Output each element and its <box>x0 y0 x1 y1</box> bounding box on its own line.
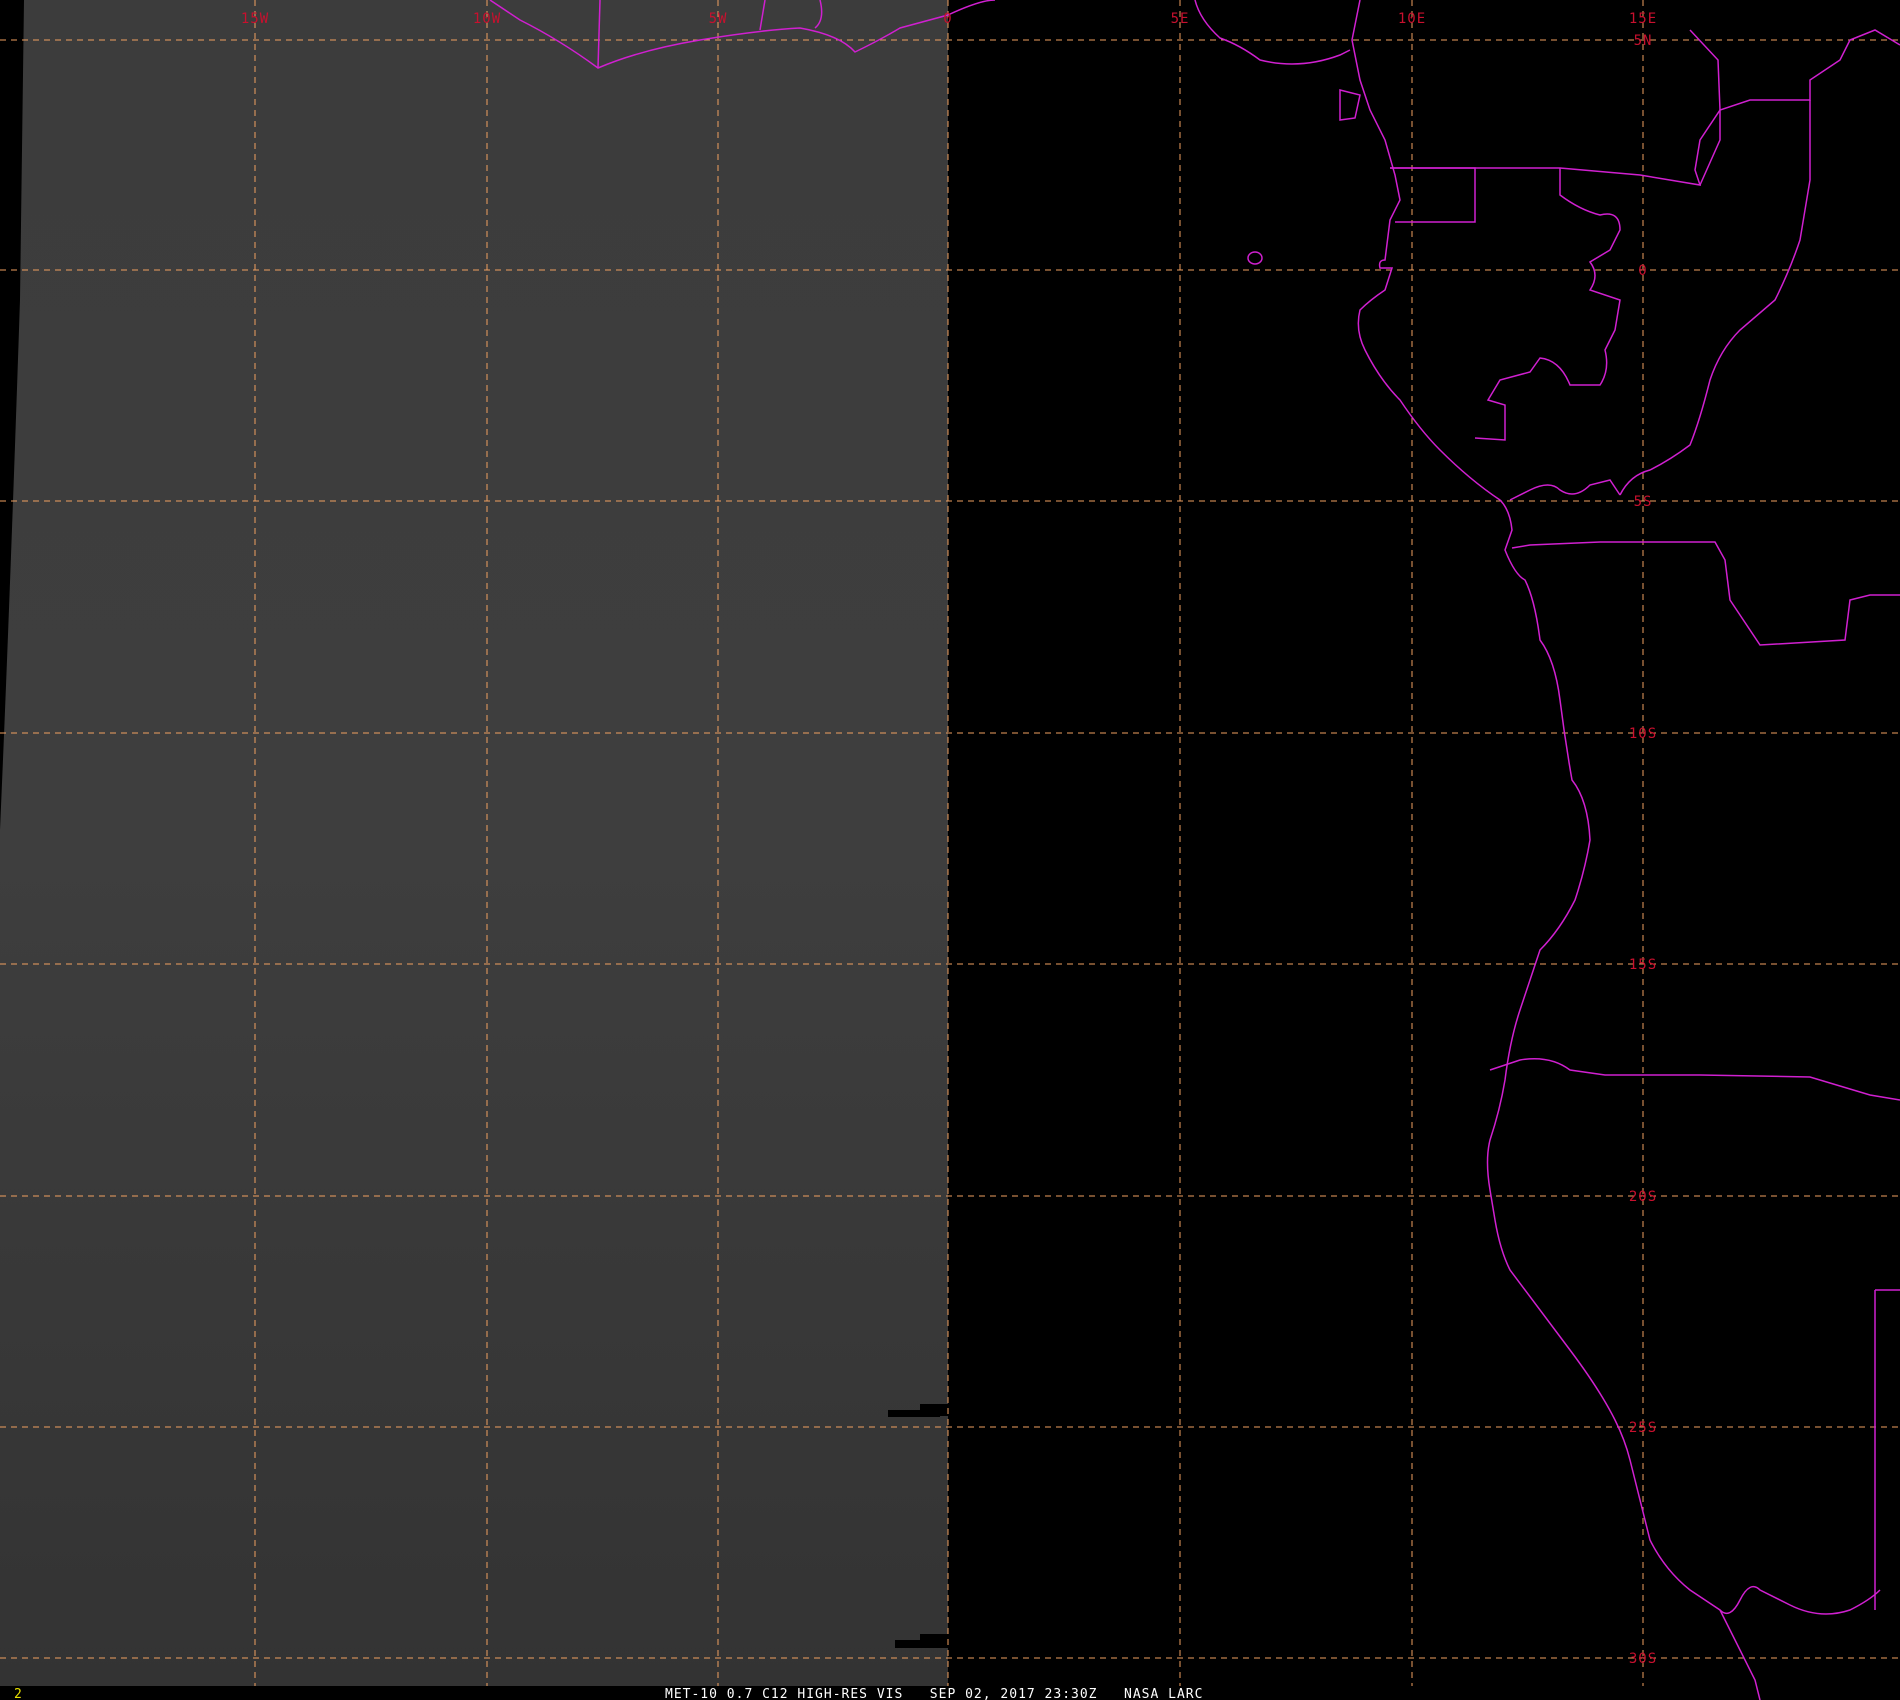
imagery-region <box>0 0 948 1686</box>
lat-label: 30S <box>1629 1651 1657 1667</box>
lat-label: 25S <box>1629 1420 1657 1436</box>
lon-label: 0 <box>943 11 952 27</box>
image-caption: MET-10 0.7 C12 HIGH-RES VIS SEP 02, 2017… <box>665 1687 1203 1700</box>
satellite-map: 15W 10W 5W 0 5E 10E 15E5N05S10S15S20S25S30S 2 … <box>0 0 1900 1700</box>
lon-label: 10E <box>1398 11 1426 27</box>
lat-label: 5S <box>1634 494 1653 510</box>
lat-label: 0 <box>1638 263 1647 279</box>
lon-label: 5E <box>1171 11 1190 27</box>
lat-label: 5N <box>1634 33 1653 49</box>
frame-number: 2 <box>14 1687 22 1700</box>
lat-label: 15S <box>1629 957 1657 973</box>
lat-label: 20S <box>1629 1189 1657 1205</box>
lon-label: 10W <box>473 11 501 27</box>
lon-label: 15E <box>1629 11 1657 27</box>
lon-label: 5W <box>709 11 728 27</box>
lat-label: 10S <box>1629 726 1657 742</box>
lon-label: 15W <box>241 11 269 27</box>
